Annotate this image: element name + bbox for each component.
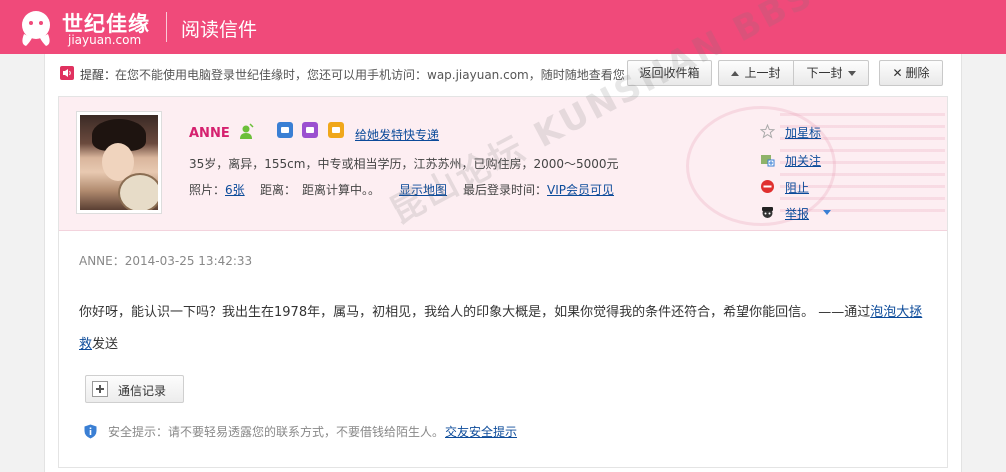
avatar-fan bbox=[118, 173, 158, 210]
block-icon bbox=[761, 180, 774, 193]
vip-crown-icon[interactable] bbox=[302, 122, 318, 138]
previous-letter-label: 上一封 bbox=[744, 66, 781, 80]
shield-icon bbox=[84, 424, 97, 439]
vip-visible-link[interactable]: VIP会员可见 bbox=[547, 181, 614, 198]
add-star-label: 加星标 bbox=[785, 126, 822, 140]
police-report-icon bbox=[762, 207, 773, 218]
express-letter-link[interactable]: 给她发特快专递 bbox=[355, 126, 439, 143]
logo-mascot-icon[interactable] bbox=[14, 8, 58, 48]
sender-name[interactable]: ANNE bbox=[189, 126, 230, 141]
correspondence-history-label: 通信记录 bbox=[118, 384, 167, 398]
avatar[interactable] bbox=[76, 111, 162, 214]
add-follow-label: 加关注 bbox=[785, 154, 822, 168]
verified-user-icon[interactable] bbox=[238, 123, 254, 140]
top-bar: 世纪佳缘 jiayuan.com 阅读信件 bbox=[0, 0, 1006, 54]
speaker-icon bbox=[60, 66, 74, 80]
dating-safety-link[interactable]: 交友安全提示 bbox=[445, 423, 517, 440]
message-text: 你好呀，能认识一下吗？我出生在1978年，属马，初相见，我给人的印象大概是，如果… bbox=[79, 305, 871, 320]
safety-text: 安全提示：请不要轻易透露您的联系方式，不要借钱给陌生人。 bbox=[108, 425, 445, 439]
correspondence-history-button[interactable]: 通信记录 bbox=[85, 375, 184, 403]
photos-count-link[interactable]: 6张 bbox=[225, 181, 245, 198]
arrow-down-icon bbox=[847, 71, 856, 76]
arrow-up-icon bbox=[731, 71, 740, 76]
photos-label: 照片： bbox=[189, 183, 226, 197]
distance-label: 距离： bbox=[260, 183, 297, 197]
close-icon: ✕ bbox=[892, 66, 903, 80]
notice-label: 提醒： bbox=[80, 68, 117, 82]
right-rail bbox=[962, 54, 1006, 472]
message-meta: ANNE：2014-03-25 13:42:33 bbox=[79, 254, 253, 268]
next-letter-label: 下一封 bbox=[806, 66, 843, 80]
chevron-down-icon[interactable] bbox=[823, 210, 831, 215]
chat-icon[interactable] bbox=[277, 122, 293, 138]
message-body: 你好呀，能认识一下吗？我出生在1978年，属马，初相见，我给人的印象大概是，如果… bbox=[79, 297, 929, 361]
star-icon bbox=[760, 124, 775, 139]
message-via-suffix: 发送 bbox=[92, 337, 119, 352]
report-label: 举报 bbox=[785, 207, 810, 221]
next-letter-button[interactable]: 下一封 bbox=[793, 60, 869, 86]
delete-button[interactable]: ✕ 删除 bbox=[879, 60, 943, 86]
block-label: 阻止 bbox=[785, 181, 810, 195]
notice-text: 在您不能使用电脑登录世纪佳缘时，您还可以用手机访问：wap.jiayuan.co… bbox=[115, 68, 625, 82]
add-follow-icon bbox=[761, 155, 775, 167]
delete-label: 删除 bbox=[905, 66, 930, 80]
distance-value: 距离计算中。。 bbox=[302, 183, 381, 197]
avatar-photo bbox=[80, 115, 158, 210]
mail-icon[interactable] bbox=[328, 122, 344, 138]
page-title: 阅读信件 bbox=[181, 19, 258, 41]
logo-domain[interactable]: jiayuan.com bbox=[68, 33, 141, 47]
plus-icon bbox=[92, 381, 108, 397]
previous-letter-button[interactable]: 上一封 bbox=[718, 60, 794, 86]
profile-info: 35岁，离异，155cm，中专或相当学历，江苏苏州，已购住房，2000～5000… bbox=[189, 157, 619, 171]
header-divider bbox=[166, 12, 167, 42]
